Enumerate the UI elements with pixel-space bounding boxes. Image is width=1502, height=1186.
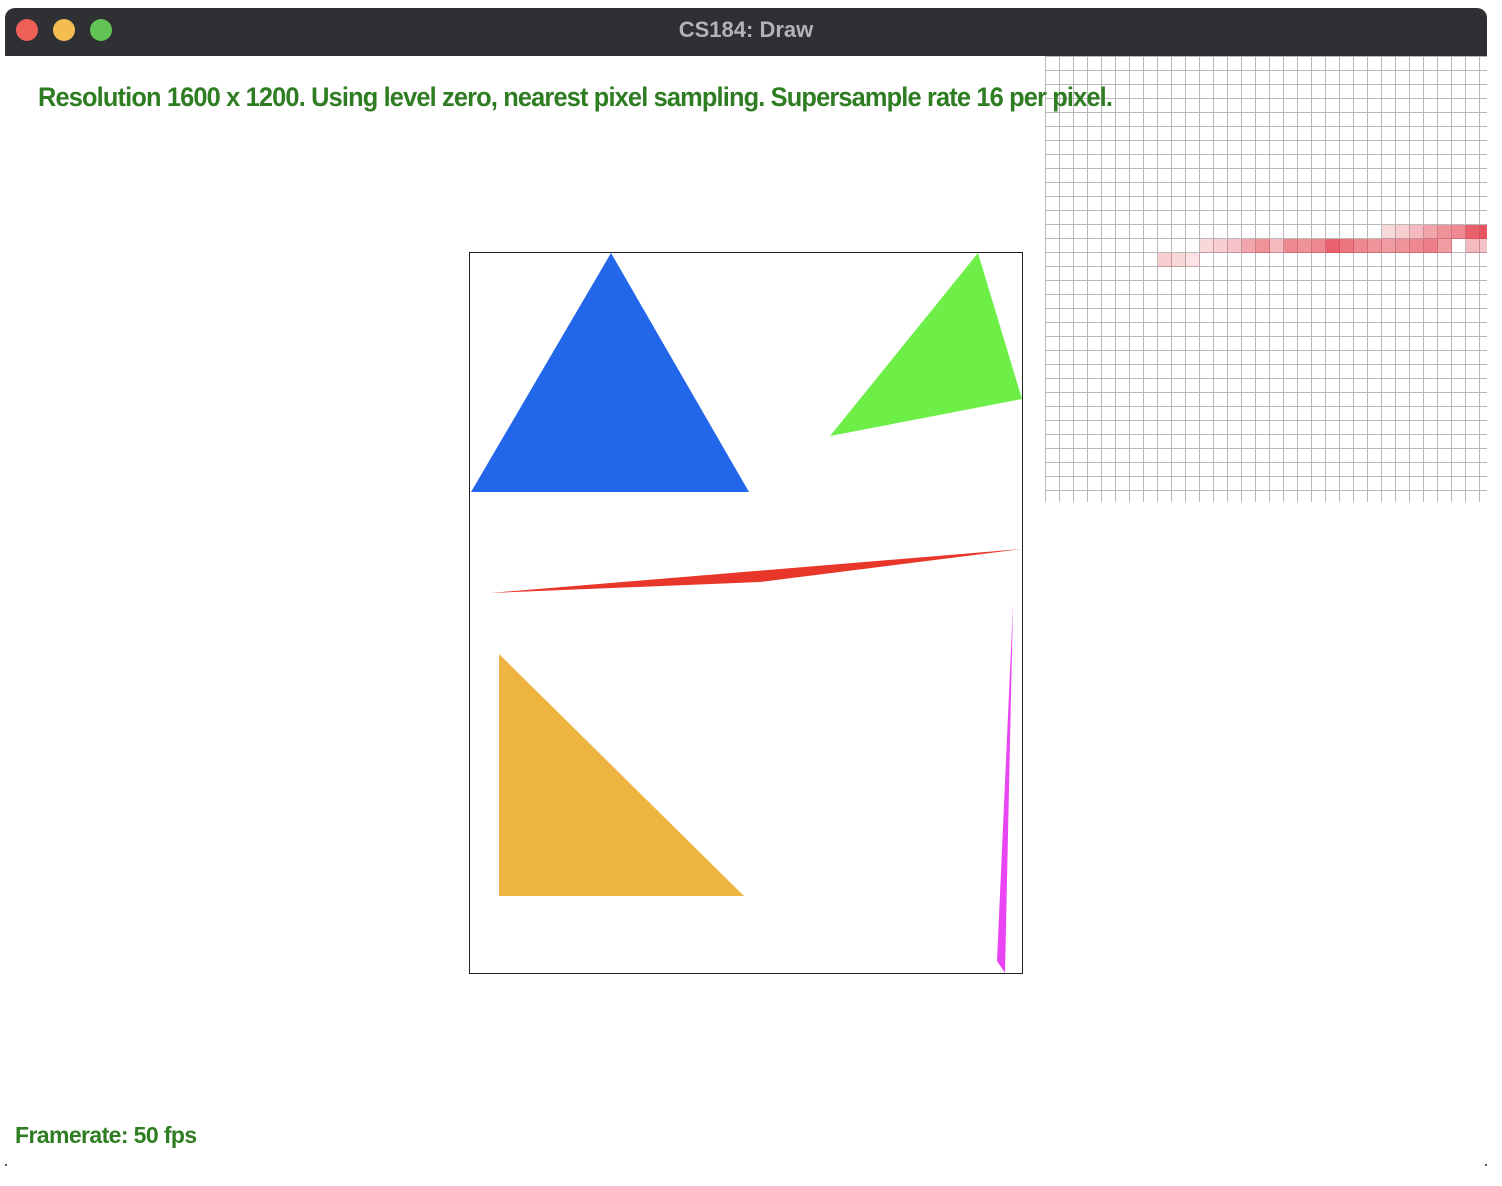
zoom-pixel (1410, 239, 1424, 253)
render-viewport[interactable]: Resolution 1600 x 1200. Using level zero… (5, 56, 1487, 1166)
zoom-pixel (1466, 225, 1480, 239)
zoom-pixel (1326, 239, 1340, 253)
app-window: CS184: Draw Resolution 1600 x 1200. Usin… (5, 8, 1487, 1166)
corner-marker-right (1485, 1164, 1487, 1166)
zoom-pixel (1200, 239, 1214, 253)
zoom-pixel (1368, 239, 1382, 253)
blue-triangle (471, 253, 749, 492)
zoom-pixel (1438, 225, 1452, 239)
zoom-pixel (1424, 239, 1438, 253)
zoom-pixel (1424, 225, 1438, 239)
zoom-pixel (1396, 239, 1410, 253)
rasterized-scene (471, 253, 1022, 973)
render-status-text: Resolution 1600 x 1200. Using level zero… (38, 82, 1113, 112)
zoom-pixel (1466, 239, 1480, 253)
green-triangle (830, 253, 1022, 436)
zoom-pixel (1340, 239, 1354, 253)
zoom-pixel (1438, 239, 1452, 253)
zoom-pixel (1480, 239, 1487, 253)
zoom-pixel (1256, 239, 1270, 253)
zoom-pixel (1284, 239, 1298, 253)
zoom-pixel (1452, 225, 1466, 239)
zoom-pixel (1480, 225, 1487, 239)
pixel-inspector-zoom (1045, 56, 1487, 502)
title-bar[interactable]: CS184: Draw (5, 8, 1487, 57)
corner-marker-left (5, 1164, 7, 1166)
zoom-pixel (1270, 239, 1284, 253)
zoom-pixel (1312, 239, 1326, 253)
zoom-pixel (1382, 225, 1396, 239)
framerate-readout: Framerate: 50 fps (15, 1122, 197, 1148)
zoom-pixel (1228, 239, 1242, 253)
orange-triangle (499, 654, 744, 896)
red-sliver-triangle (490, 549, 1022, 593)
zoom-pixel (1410, 225, 1424, 239)
zoom-pixel (1172, 253, 1186, 267)
zoom-pixel (1382, 239, 1396, 253)
zoom-pixel (1298, 239, 1312, 253)
svg-canvas[interactable] (469, 252, 1023, 974)
zoom-pixel (1214, 239, 1228, 253)
zoom-pixel (1242, 239, 1256, 253)
zoom-pixel (1186, 253, 1200, 267)
zoom-pixel (1354, 239, 1368, 253)
zoom-pixel (1158, 253, 1172, 267)
magenta-sliver-triangle (997, 604, 1013, 973)
window-title: CS184: Draw (678, 17, 814, 42)
zoom-pixel (1396, 225, 1410, 239)
